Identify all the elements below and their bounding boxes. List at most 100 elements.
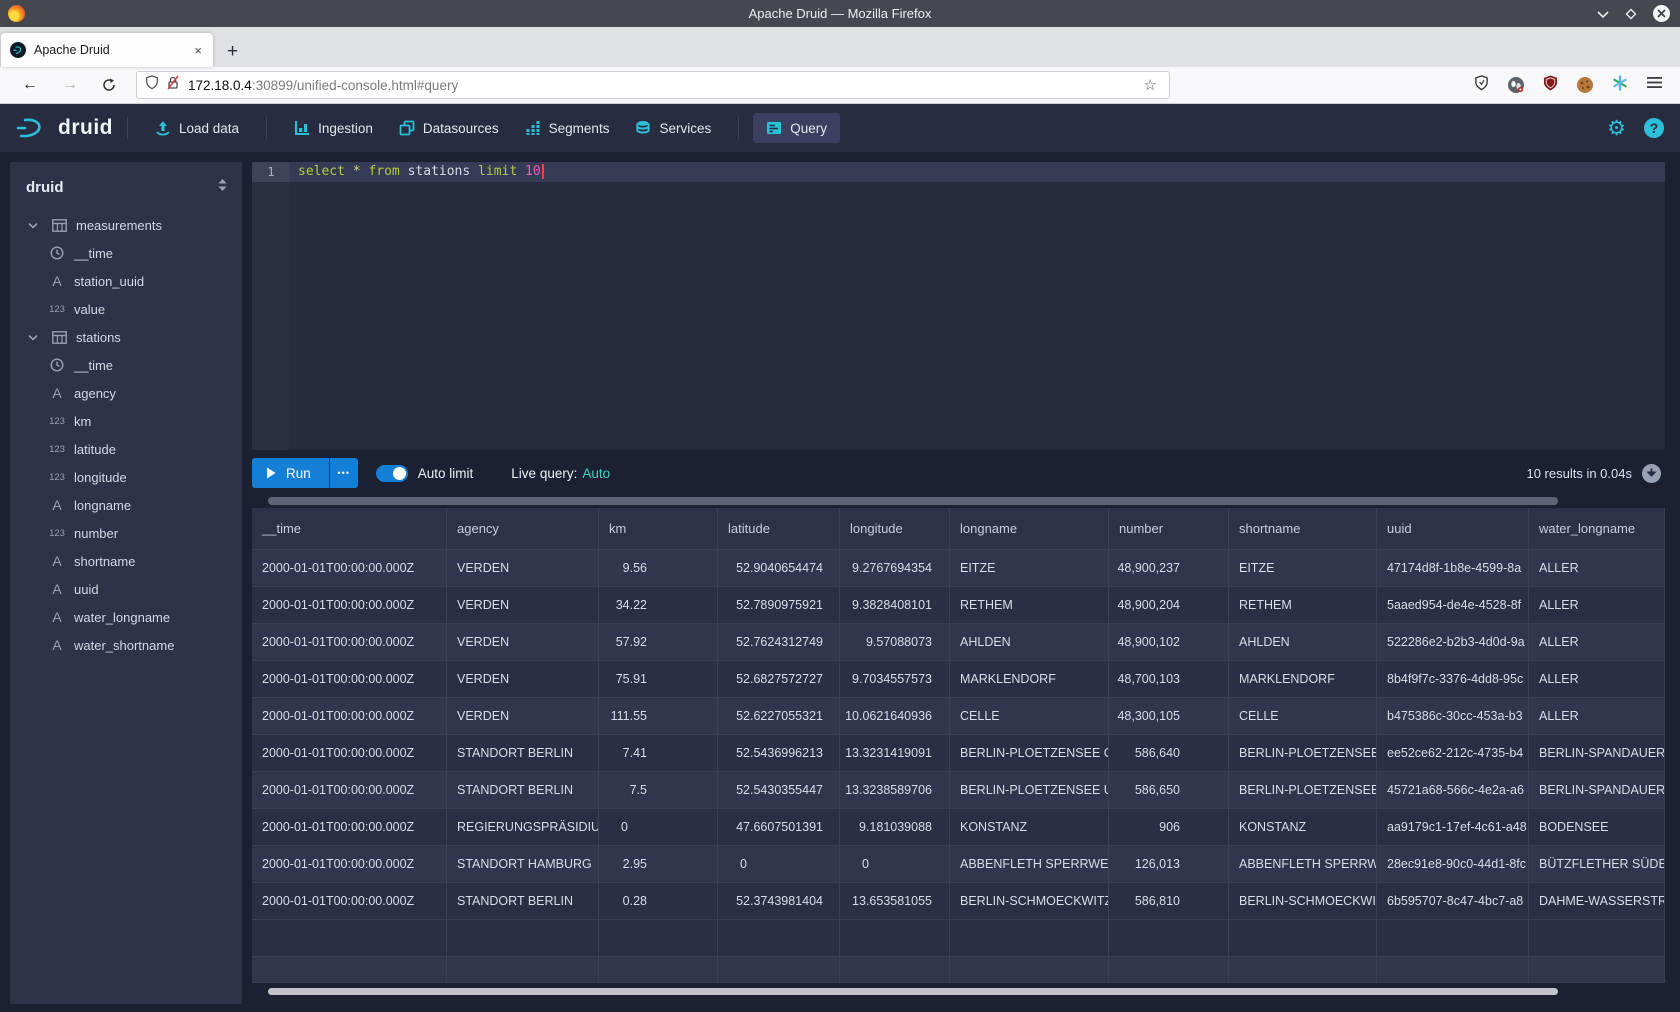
table-cell[interactable]: 586,810	[1109, 883, 1229, 919]
table-cell[interactable]: ALLER	[1529, 661, 1665, 697]
table-cell[interactable]: AHLDEN	[950, 624, 1109, 660]
table-cell[interactable]: 10.0621640936	[840, 698, 950, 734]
table-cell[interactable]: 2000-01-01T00:00:00.000Z	[252, 883, 447, 919]
column-header-km[interactable]: km	[599, 508, 718, 549]
table-cell[interactable]: 6b595707-8c47-4bc7-a8	[1377, 883, 1529, 919]
table-cell[interactable]: VERDEN	[447, 587, 599, 623]
tree-item-longitude[interactable]: 123longitude	[10, 463, 242, 491]
tree-item-water_longname[interactable]: Awater_longname	[10, 603, 242, 631]
table-cell[interactable]: BODENSEE	[1529, 809, 1665, 845]
column-header-latitude[interactable]: latitude	[718, 508, 840, 549]
tree-item-agency[interactable]: Aagency	[10, 379, 242, 407]
scrollbar-thumb[interactable]	[268, 988, 1558, 995]
table-cell[interactable]: aa9179c1-17ef-4c61-a48	[1377, 809, 1529, 845]
nav-load-data[interactable]: Load data	[142, 113, 252, 143]
column-header-shortname[interactable]: shortname	[1229, 508, 1377, 549]
table-cell[interactable]: 52.3743981404	[718, 883, 840, 919]
tree-item-km[interactable]: 123km	[10, 407, 242, 435]
druid-brand[interactable]: druid	[16, 115, 113, 141]
table-cell[interactable]: BERLIN-PLOETZENSEE U	[950, 772, 1109, 808]
table-cell[interactable]: b475386c-30cc-453a-b3	[1377, 698, 1529, 734]
table-cell[interactable]: ABBENFLETH SPERRWER	[1229, 846, 1377, 882]
table-cell[interactable]: 0	[718, 846, 840, 882]
table-cell[interactable]: 52.6827572727	[718, 661, 840, 697]
tree-item-shortname[interactable]: Ashortname	[10, 547, 242, 575]
table-cell[interactable]: 7.5	[599, 772, 718, 808]
table-cell[interactable]: EITZE	[1229, 550, 1377, 586]
table-cell[interactable]: MARKLENDORF	[950, 661, 1109, 697]
table-cell[interactable]: 0	[599, 809, 718, 845]
column-header-agency[interactable]: agency	[447, 508, 599, 549]
table-cell[interactable]: 2000-01-01T00:00:00.000Z	[252, 809, 447, 845]
download-icon[interactable]	[1642, 464, 1661, 483]
table-cell[interactable]: 2000-01-01T00:00:00.000Z	[252, 846, 447, 882]
table-cell[interactable]: EITZE	[950, 550, 1109, 586]
table-cell[interactable]: 7.41	[599, 735, 718, 771]
table-cell[interactable]: CELLE	[950, 698, 1109, 734]
forward-button[interactable]: →	[50, 76, 90, 94]
minimize-icon[interactable]	[1597, 10, 1609, 18]
table-cell[interactable]: 8b4f9f7c-3376-4dd8-95c	[1377, 661, 1529, 697]
tree-item-longname[interactable]: Alongname	[10, 491, 242, 519]
table-cell[interactable]: 126,013	[1109, 846, 1229, 882]
url-bar[interactable]: 172.18.0.4:30899/unified-console.html#qu…	[136, 71, 1170, 99]
table-cell[interactable]: 48,300,105	[1109, 698, 1229, 734]
table-cell[interactable]: 2000-01-01T00:00:00.000Z	[252, 624, 447, 660]
tree-item-stations[interactable]: stations	[10, 323, 242, 351]
table-cell[interactable]: 48,900,204	[1109, 587, 1229, 623]
tree-item-__time[interactable]: __time	[10, 351, 242, 379]
table-cell[interactable]: 2000-01-01T00:00:00.000Z	[252, 772, 447, 808]
table-cell[interactable]: AHLDEN	[1229, 624, 1377, 660]
table-cell[interactable]: 0.28	[599, 883, 718, 919]
table-cell[interactable]: 0	[840, 846, 950, 882]
table-cell[interactable]: 586,640	[1109, 735, 1229, 771]
table-cell[interactable]: 13.3238589706	[840, 772, 950, 808]
sort-icon[interactable]	[217, 178, 228, 197]
table-cell[interactable]: ALLER	[1529, 624, 1665, 660]
table-cell[interactable]: 52.7624312749	[718, 624, 840, 660]
shield-icon[interactable]	[145, 75, 159, 95]
scrollbar-thumb[interactable]	[268, 497, 1558, 505]
cookie-extension-icon[interactable]	[1577, 77, 1593, 93]
table-cell[interactable]: 13.653581055	[840, 883, 950, 919]
theme-asterisk-icon[interactable]	[1612, 75, 1628, 96]
table-cell[interactable]: STANDORT BERLIN	[447, 735, 599, 771]
reload-icon[interactable]	[90, 78, 128, 92]
table-cell[interactable]: RETHEM	[950, 587, 1109, 623]
table-cell[interactable]: DAHME-WASSERSTRAS	[1529, 883, 1665, 919]
run-more-button[interactable]: •••	[330, 458, 358, 488]
column-header-uuid[interactable]: uuid	[1377, 508, 1529, 549]
nav-segments[interactable]: Segments	[512, 113, 623, 143]
table-cell[interactable]: BERLIN-SCHMOECKWITZ	[1229, 883, 1377, 919]
table-top-scrollbar[interactable]	[252, 497, 1665, 505]
table-cell[interactable]: 9.56	[599, 550, 718, 586]
table-cell[interactable]: 586,650	[1109, 772, 1229, 808]
password-manager-shield-icon[interactable]	[1474, 75, 1489, 96]
table-cell[interactable]: BERLIN-PLOETZENSEE C	[1229, 735, 1377, 771]
nav-query[interactable]: Query	[753, 113, 840, 143]
table-cell[interactable]: 48,900,237	[1109, 550, 1229, 586]
table-cell[interactable]: KONSTANZ	[950, 809, 1109, 845]
tree-item-number[interactable]: 123number	[10, 519, 242, 547]
help-icon[interactable]: ?	[1644, 118, 1664, 138]
column-header-__time[interactable]: __time	[252, 508, 447, 549]
table-cell[interactable]: 2000-01-01T00:00:00.000Z	[252, 698, 447, 734]
table-cell[interactable]: VERDEN	[447, 550, 599, 586]
table-cell[interactable]: 28ec91e8-90c0-44d1-8fc	[1377, 846, 1529, 882]
table-cell[interactable]: 9.181039088	[840, 809, 950, 845]
table-cell[interactable]: 2000-01-01T00:00:00.000Z	[252, 587, 447, 623]
table-cell[interactable]: BÜTZFLETHER SÜDERE	[1529, 846, 1665, 882]
table-cell[interactable]: 45721a68-566c-4e2a-a6	[1377, 772, 1529, 808]
column-header-water_longname[interactable]: water_longname	[1529, 508, 1665, 549]
column-header-longname[interactable]: longname	[950, 508, 1109, 549]
column-header-longitude[interactable]: longitude	[840, 508, 950, 549]
maximize-icon[interactable]	[1625, 8, 1637, 20]
table-cell[interactable]: ee52ce62-212c-4735-b4	[1377, 735, 1529, 771]
tree-item-uuid[interactable]: Auuid	[10, 575, 242, 603]
table-cell[interactable]: ALLER	[1529, 698, 1665, 734]
insecure-lock-icon[interactable]	[166, 75, 180, 95]
new-tab-button[interactable]: +	[227, 42, 238, 61]
table-cell[interactable]: BERLIN-SCHMOECKWITZ	[950, 883, 1109, 919]
table-cell[interactable]: 2000-01-01T00:00:00.000Z	[252, 550, 447, 586]
query-code-line[interactable]: select * from stations limit 10	[290, 162, 1665, 182]
